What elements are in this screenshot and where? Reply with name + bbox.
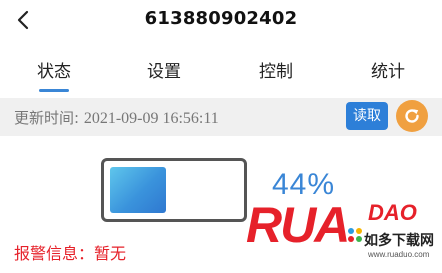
battery-gauge bbox=[101, 158, 247, 222]
watermark-logo: RUA DAO 如多下载网 www.ruaduo.com bbox=[246, 196, 442, 273]
active-tab-indicator bbox=[39, 89, 69, 92]
refresh-icon bbox=[405, 109, 419, 123]
watermark-small-letters: DAO bbox=[368, 200, 417, 225]
tab-bar: 状态 设置 控制 统计 bbox=[0, 50, 442, 94]
read-button[interactable]: 读取 bbox=[346, 102, 388, 130]
tab-status[interactable]: 状态 bbox=[18, 50, 90, 94]
watermark-letters: RUA bbox=[246, 197, 350, 253]
watermark-site-url: www.ruaduo.com bbox=[368, 250, 430, 259]
watermark-site-name: 如多下载网 bbox=[364, 233, 434, 249]
update-bar: 更新时间: 2021-09-09 16:56:11 读取 bbox=[0, 98, 442, 136]
tab-label: 状态 bbox=[37, 62, 71, 82]
app-header: 613880902402 bbox=[0, 0, 442, 40]
tab-label: 统计 bbox=[371, 62, 405, 82]
update-time: 更新时间: 2021-09-09 16:56:11 bbox=[14, 107, 219, 128]
alarm-info: 报警信息：暂无 bbox=[14, 244, 127, 263]
tab-settings[interactable]: 设置 bbox=[128, 50, 200, 94]
tab-control[interactable]: 控制 bbox=[240, 50, 312, 94]
update-time-label: 更新时间: bbox=[14, 109, 84, 127]
tab-label: 设置 bbox=[147, 62, 181, 82]
page-title: 613880902402 bbox=[144, 8, 298, 29]
tab-statistics[interactable]: 统计 bbox=[352, 50, 424, 94]
update-time-value: 2021-09-09 16:56:11 bbox=[83, 110, 219, 127]
watermark-dots-icon bbox=[348, 228, 362, 242]
tab-label: 控制 bbox=[259, 62, 293, 82]
battery-level-fill bbox=[110, 167, 166, 213]
refresh-button[interactable] bbox=[396, 100, 428, 132]
